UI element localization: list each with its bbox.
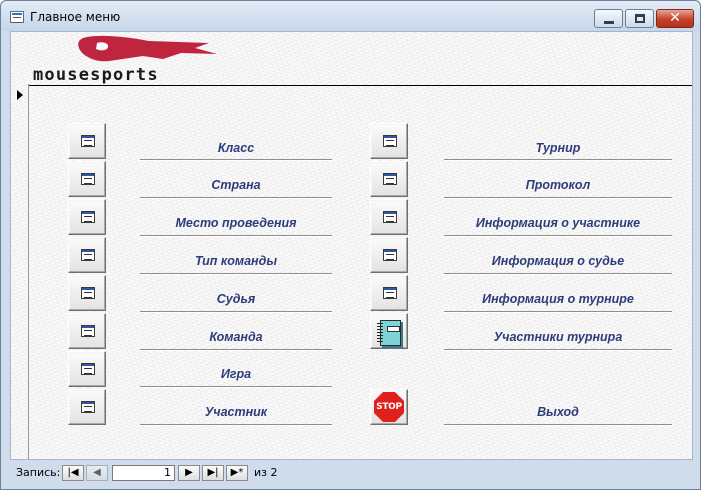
new-record-button[interactable]: ▶* [226,465,248,481]
label-underline [140,197,332,199]
label-protocol: Протокол [525,178,591,192]
previous-record-button[interactable]: ◀ [86,465,108,481]
form-icon [383,249,397,261]
form-icon [81,135,95,147]
current-record-arrow-icon [17,90,23,100]
label-team: Команда [209,330,263,344]
stop-icon: STOP [374,392,404,422]
record-navigation-bar: Запись: |◀ ◀ 1 ▶ ▶| ▶* из 2 [10,460,693,486]
open-participant-info-button[interactable] [370,199,408,235]
new-record-icon: ▶* [230,467,244,478]
label-underline [444,197,672,199]
total-records: 2 [270,466,278,479]
header-divider [29,85,692,86]
record-label: Запись: [16,466,61,479]
close-button[interactable]: ✕ [656,9,694,28]
label-underline [140,311,332,313]
label-participant: Участник [204,405,268,419]
label-tournament-participants: Участники турнира [493,330,623,344]
main-menu-window: Главное меню ✕ mousesports Класс Страна … [0,0,701,490]
logo-wordmark: mousesports [33,65,159,84]
label-participant-info: Информация о участнике [475,216,641,230]
form-icon [81,287,95,299]
form-icon [81,325,95,337]
open-class-button[interactable] [68,123,106,159]
label-underline [140,235,332,237]
first-record-button[interactable]: |◀ [62,465,84,481]
label-underline [140,273,332,275]
label-underline [140,349,332,351]
open-team-type-button[interactable] [68,237,106,273]
form-icon [383,135,397,147]
form-icon [383,287,397,299]
form-icon [81,401,95,413]
form-icon [81,173,95,185]
open-referee-button[interactable] [68,275,106,311]
open-referee-info-button[interactable] [370,237,408,273]
record-count: из 2 [254,466,278,479]
open-tournament-info-button[interactable] [370,275,408,311]
open-tournament-button[interactable] [370,123,408,159]
first-record-icon: |◀ [67,467,79,478]
label-underline [140,424,332,426]
label-underline [444,311,672,313]
label-referee: Судья [216,292,256,306]
label-country: Страна [211,178,261,192]
next-record-button[interactable]: ▶ [178,465,200,481]
label-team-type: Тип команды [194,254,278,268]
label-underline [140,386,332,388]
form-app-icon [10,11,24,23]
label-tournament: Турнир [535,141,581,155]
open-game-button[interactable] [68,351,106,387]
minimize-button[interactable] [594,9,623,28]
label-referee-info: Информация о судье [491,254,625,268]
label-underline [444,349,672,351]
minimize-icon [604,21,614,24]
form-body: mousesports Класс Страна Место проведени… [10,31,693,460]
label-game: Игра [220,367,252,381]
open-tournament-participants-button[interactable] [370,313,408,349]
form-icon [81,249,95,261]
label-underline [444,235,672,237]
form-icon [81,363,95,375]
open-team-button[interactable] [68,313,106,349]
form-icon [81,211,95,223]
next-record-icon: ▶ [185,467,193,478]
previous-record-icon: ◀ [93,467,101,478]
record-selector[interactable] [11,84,29,459]
form-icon [383,211,397,223]
open-participant-button[interactable] [68,389,106,425]
label-exit: Выход [537,405,579,419]
maximize-icon [635,14,645,23]
open-protocol-button[interactable] [370,161,408,197]
of-label: из [254,466,267,479]
label-underline [444,424,672,426]
label-underline [140,159,332,161]
label-tournament-info: Информация о турнире [482,292,634,306]
open-venue-button[interactable] [68,199,106,235]
label-underline [444,159,672,161]
last-record-button[interactable]: ▶| [202,465,224,481]
maximize-button[interactable] [625,9,654,28]
label-class: Класс [217,141,255,155]
label-underline [444,273,672,275]
window-title: Главное меню [30,10,121,24]
exit-button[interactable]: STOP [370,389,408,425]
last-record-icon: ▶| [207,467,219,478]
form-icon [383,173,397,185]
title-bar[interactable]: Главное меню ✕ [1,1,700,31]
notebook-icon [377,320,401,346]
open-country-button[interactable] [68,161,106,197]
mousesports-logo: mousesports [33,35,217,84]
close-icon: ✕ [669,10,681,26]
current-record-input[interactable]: 1 [112,465,175,481]
label-venue: Место проведения [175,216,297,230]
